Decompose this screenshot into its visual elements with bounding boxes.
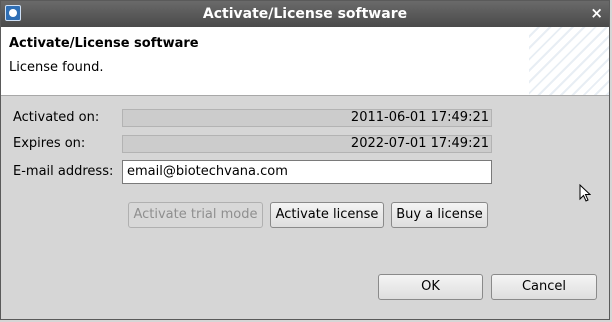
activate-trial-button[interactable]: Activate trial mode: [128, 202, 263, 228]
activate-license-dialog: Activate/License software × Activate/Lic…: [0, 0, 610, 320]
expires-on-label: Expires on:: [13, 136, 86, 151]
activated-on-field: 2011-06-01 17:49:21: [122, 109, 492, 127]
ok-button[interactable]: OK: [378, 274, 483, 300]
cancel-button[interactable]: Cancel: [491, 274, 597, 300]
banner-title: Activate/License software: [9, 36, 199, 51]
header-banner: Activate/License software License found.: [1, 27, 609, 96]
banner-decoration: [529, 27, 609, 95]
email-field[interactable]: email@biotechvana.com: [122, 160, 492, 184]
banner-message: License found.: [9, 60, 104, 75]
window-title: Activate/License software: [202, 6, 408, 22]
title-bar: Activate/License software ×: [1, 1, 609, 27]
activate-license-button[interactable]: Activate license: [270, 202, 384, 228]
close-icon[interactable]: ×: [590, 4, 603, 22]
buy-license-button[interactable]: Buy a license: [391, 202, 488, 228]
activated-on-label: Activated on:: [13, 110, 100, 125]
email-label: E-mail address:: [13, 164, 114, 179]
expires-on-field: 2022-07-01 17:49:21: [122, 135, 492, 153]
mouse-pointer-icon: [579, 184, 591, 202]
